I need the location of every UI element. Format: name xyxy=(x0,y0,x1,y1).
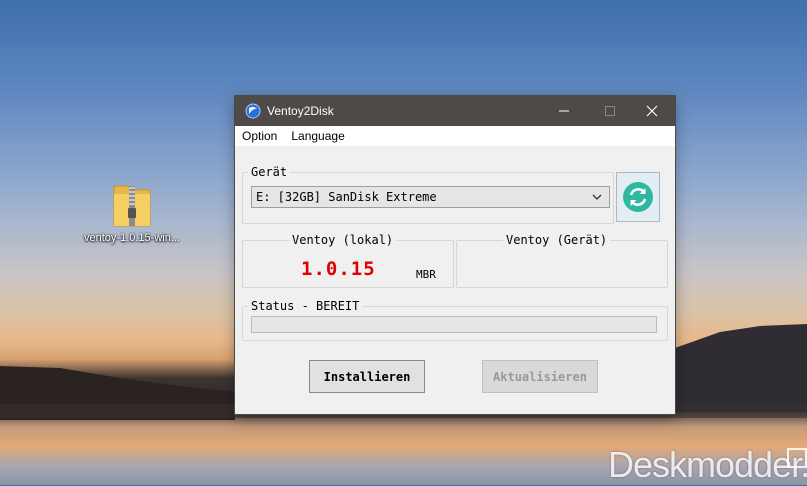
ventoy-logo-icon xyxy=(245,103,261,119)
device-version-label: Ventoy (Gerät) xyxy=(503,233,611,247)
window-title: Ventoy2Disk xyxy=(267,104,334,118)
desktop-file-label: ventoy-1.0.15-win... xyxy=(84,232,180,244)
chevron-down-icon xyxy=(592,194,602,200)
close-icon xyxy=(646,105,658,117)
maximize-icon xyxy=(605,106,615,116)
watermark-box-icon xyxy=(787,448,807,468)
progress-bar xyxy=(251,316,657,333)
refresh-button[interactable] xyxy=(616,172,660,222)
window-content: Gerät E: [32GB] SanDisk Extreme Ventoy (… xyxy=(235,146,675,414)
close-button[interactable] xyxy=(629,96,675,126)
maximize-button[interactable] xyxy=(587,96,633,126)
zip-folder-icon xyxy=(113,185,151,227)
device-selected-value: E: [32GB] SanDisk Extreme xyxy=(256,190,437,204)
local-group-label: Ventoy (lokal) xyxy=(289,233,397,247)
status-label: Status - BEREIT xyxy=(248,299,363,313)
update-button[interactable]: Aktualisieren xyxy=(482,360,598,393)
refresh-icon xyxy=(623,182,653,212)
minimize-button[interactable] xyxy=(541,96,587,126)
install-button[interactable]: Installieren xyxy=(309,360,425,393)
menu-option[interactable]: Option xyxy=(235,129,284,143)
title-bar[interactable]: Ventoy2Disk xyxy=(235,96,675,126)
minimize-icon xyxy=(559,110,569,112)
ventoy-window: Ventoy2Disk Option Language Gerät E: [32… xyxy=(235,96,675,414)
menu-language[interactable]: Language xyxy=(284,129,351,143)
menu-bar: Option Language xyxy=(235,126,675,146)
desktop-file-icon[interactable]: ventoy-1.0.15-win... xyxy=(76,180,188,244)
watermark: Deskmodder.de xyxy=(608,444,807,485)
device-dropdown[interactable]: E: [32GB] SanDisk Extreme xyxy=(251,186,610,208)
local-version-value: 1.0.15 xyxy=(301,258,376,280)
device-version-group: Ventoy (Gerät) xyxy=(456,233,668,288)
device-group-label: Gerät xyxy=(248,165,291,179)
partition-style: MBR xyxy=(416,268,436,281)
